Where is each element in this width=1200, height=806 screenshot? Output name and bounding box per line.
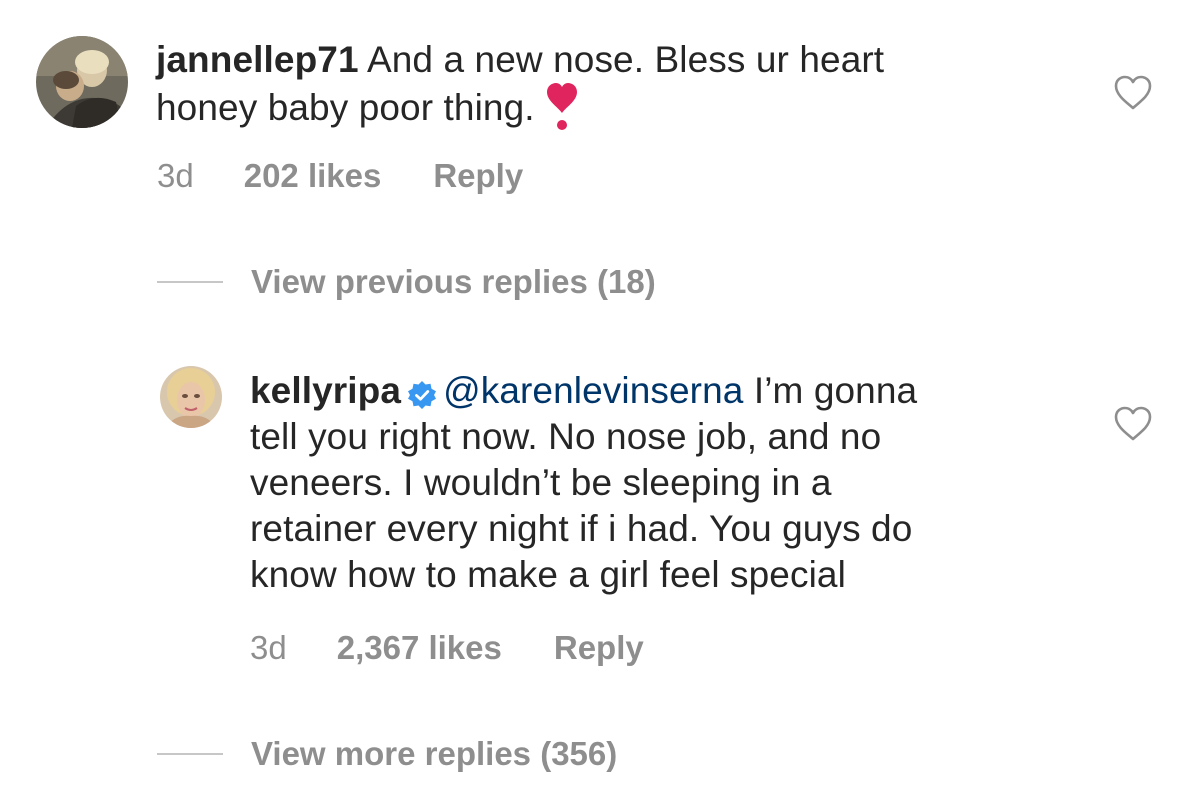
like-heart-icon[interactable] [1113, 75, 1153, 111]
comment-username[interactable]: jannellep71 [156, 39, 359, 80]
comment-text: jannellep71 And a new nose. Bless ur hea… [156, 37, 1056, 137]
view-previous-replies-label[interactable]: View previous replies (18) [251, 263, 656, 301]
comment-body-line: tell you right now. No nose job, and no [250, 416, 882, 457]
view-previous-replies[interactable]: View previous replies (18) [157, 262, 656, 302]
comment-text: kellyripa @karenlevinserna I’m gonna tell… [250, 368, 1090, 598]
heart-exclamation-icon [545, 83, 579, 131]
avatar[interactable] [160, 366, 222, 428]
like-heart-icon[interactable] [1113, 406, 1153, 442]
comment-body-line: I’m gonna [743, 370, 918, 411]
comment-meta: 3d 202 likes Reply [157, 156, 523, 196]
verified-badge-icon [407, 375, 437, 410]
comment-username[interactable]: kellyripa [250, 370, 401, 411]
replies-divider [157, 281, 223, 283]
comment-likes[interactable]: 2,367 likes [337, 629, 502, 667]
comment-timestamp: 3d [250, 629, 287, 666]
comment-timestamp: 3d [157, 157, 194, 194]
avatar[interactable] [36, 36, 128, 128]
avatar-photo [160, 366, 222, 428]
comment-body-line: know how to make a girl feel special [250, 554, 846, 595]
view-more-replies-label[interactable]: View more replies (356) [251, 735, 617, 773]
replies-divider [157, 753, 223, 755]
comment-body-line: And a new nose. Bless ur heart [358, 39, 885, 80]
view-more-replies[interactable]: View more replies (356) [157, 734, 617, 774]
reply-button[interactable]: Reply [554, 629, 644, 667]
comment-likes[interactable]: 202 likes [244, 157, 382, 195]
comment-body-line: veneers. I wouldn’t be sleeping in a [250, 462, 832, 503]
avatar-photo [36, 36, 128, 128]
comment-body-line: retainer every night if i had. You guys … [250, 508, 913, 549]
comment-body-line: honey baby poor thing. [156, 86, 535, 128]
comment-meta: 3d 2,367 likes Reply [250, 628, 644, 668]
reply-button[interactable]: Reply [433, 157, 523, 195]
mention-link[interactable]: @karenlevinserna [443, 370, 743, 411]
